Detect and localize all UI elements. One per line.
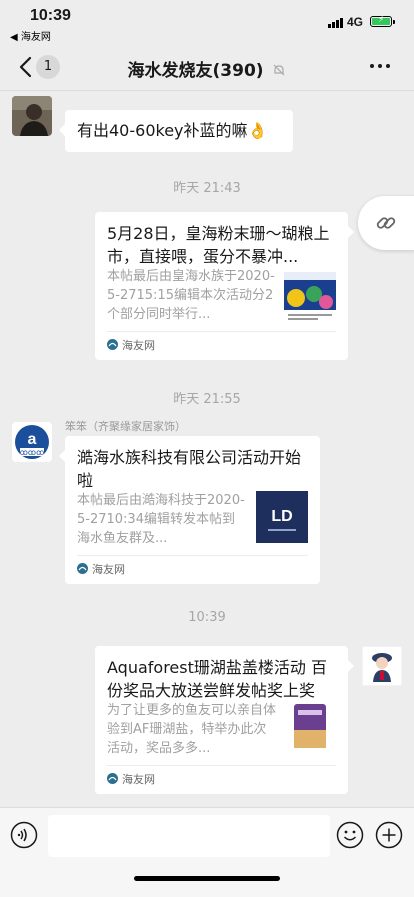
back-to-app-link[interactable]: ◀ 海友网 (10, 28, 51, 43)
card-description: 本帖最后由皇海水族于2020-5-2715:15编辑本次活动分2个部分同时举行.… (107, 269, 275, 322)
card-description: 为了让更多的鱼友可以亲自体验到AF珊湖盐，特举办此次活动，奖品多多... (107, 703, 277, 756)
input-bar (0, 807, 414, 897)
card-source-label: 海友网 (122, 339, 155, 352)
link-card[interactable]: Aquaforest珊湖盐盖楼活动 百份奖品大放送尝鲜发帖奖上奖 为了让更多的鱼… (95, 646, 354, 794)
status-time: 10:39 (30, 7, 71, 24)
card-thumbnail (284, 272, 336, 324)
link-card[interactable]: 5月28日，皇海粉末珊～瑚粮上市，直接喂，蛋分不暴冲... 本帖最后由皇海水族于… (95, 212, 354, 360)
avatar[interactable] (12, 96, 52, 136)
card-source: 海友网 (107, 765, 336, 794)
voice-icon[interactable] (10, 821, 38, 849)
card-description: 本帖最后由澔海科技于2020-5-2710:34编辑转发本帖到海水鱼友群及... (77, 493, 245, 546)
svg-text:ꝏꝏꝏ: ꝏꝏꝏ (20, 448, 44, 457)
plus-icon[interactable] (375, 821, 403, 849)
chat-title-text: 海水发烧友(390) (127, 61, 264, 81)
timestamp: 昨天 21:55 (173, 392, 241, 407)
link-icon (376, 217, 396, 229)
emoji-icon[interactable] (336, 821, 364, 849)
mute-icon (274, 64, 285, 76)
sender-name: 笨笨（齐聚缘家居家饰） (65, 420, 186, 433)
network-type: 4G (347, 15, 364, 29)
battery-icon: ⚡ (370, 15, 395, 27)
timestamp: 昨天 21:43 (173, 181, 241, 196)
status-bar: 10:39 ◀ 海友网 4G ⚡ (0, 0, 414, 44)
timestamp: 10:39 (188, 610, 226, 625)
message-input[interactable] (48, 815, 330, 857)
floating-link-button[interactable] (358, 196, 414, 250)
card-source: 海友网 (107, 331, 336, 360)
source-icon (107, 339, 118, 350)
message-bubble[interactable]: 有出40-60key补蓝的嘛👌 (59, 110, 293, 152)
card-thumbnail: LD (256, 491, 308, 543)
card-title: 5月28日，皇海粉末珊～瑚粮上市，直接喂，蛋分不暴冲... (107, 224, 330, 266)
card-source: 海友网 (77, 555, 308, 584)
avatar[interactable]: a ꝏꝏꝏ (12, 422, 52, 462)
card-title: 澔海水族科技有限公司活动开始啦 (77, 448, 302, 490)
link-card[interactable]: 澔海水族科技有限公司活动开始啦 本帖最后由澔海科技于2020-5-2710:34… (59, 436, 320, 584)
card-source-label: 海友网 (92, 563, 125, 576)
message-text: 有出40-60key补蓝的嘛👌 (77, 121, 268, 140)
chat-title: 海水发烧友(390) (0, 56, 414, 81)
card-title: Aquaforest珊湖盐盖楼活动 百份奖品大放送尝鲜发帖奖上奖 (107, 658, 327, 700)
svg-text:a: a (28, 431, 37, 448)
svg-text:LD: LD (271, 508, 292, 525)
source-icon (107, 773, 118, 784)
more-icon[interactable] (370, 64, 390, 68)
signal-icon (328, 18, 343, 28)
avatar[interactable] (362, 646, 402, 686)
card-source-label: 海友网 (122, 773, 155, 786)
source-icon (77, 563, 88, 574)
chat-header: 1 海水发烧友(390) (0, 44, 414, 91)
card-thumbnail (284, 700, 336, 752)
home-indicator (134, 876, 280, 881)
